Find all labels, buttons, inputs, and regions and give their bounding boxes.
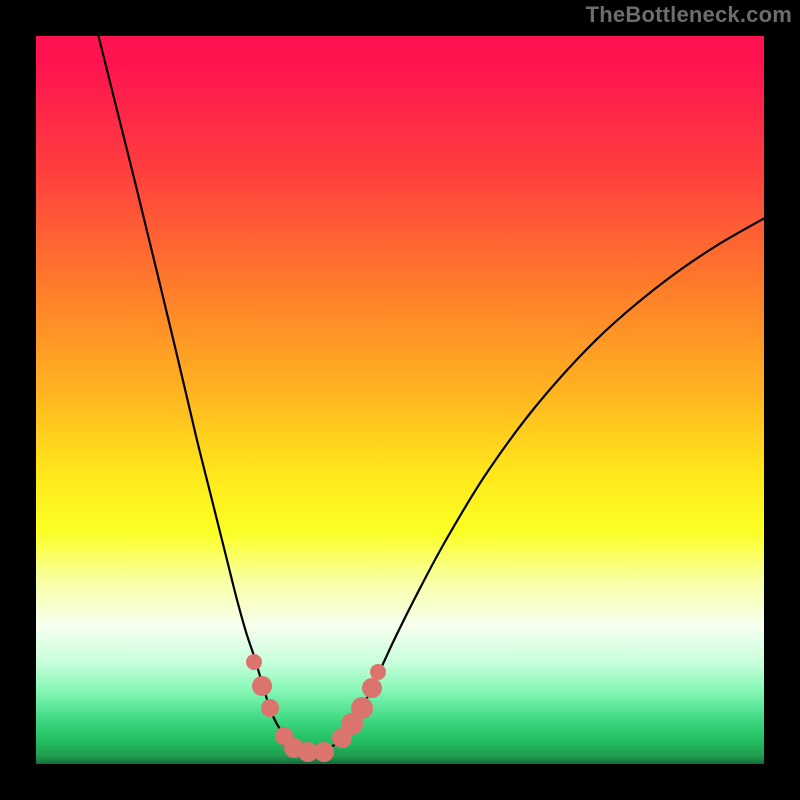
bottom-marker (314, 742, 334, 762)
curve-layer (36, 36, 764, 764)
bottom-marker (252, 676, 272, 696)
chart-frame: TheBottleneck.com (0, 0, 800, 800)
left-bottleneck-curve (96, 26, 316, 752)
bottom-marker (362, 678, 382, 698)
plot-area (36, 36, 764, 764)
bottom-marker (261, 699, 279, 717)
bottom-marker-group (246, 654, 386, 762)
watermark-text: TheBottleneck.com (586, 2, 792, 28)
right-bottleneck-curve (316, 202, 794, 752)
bottom-marker (370, 664, 386, 680)
bottom-marker (246, 654, 262, 670)
bottom-marker (351, 697, 373, 719)
